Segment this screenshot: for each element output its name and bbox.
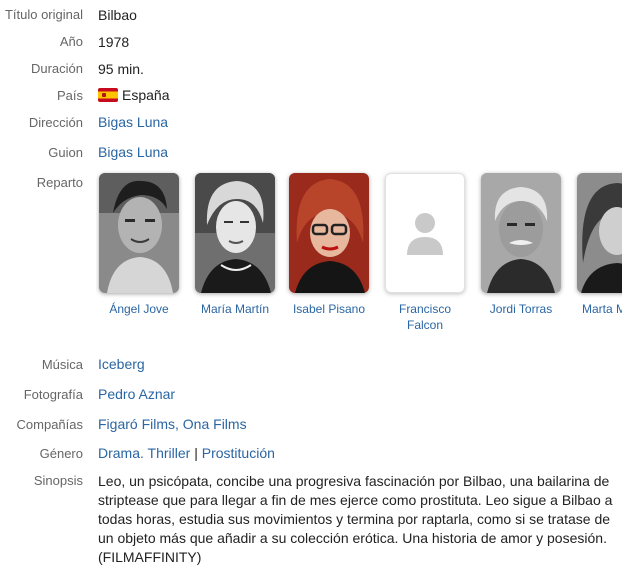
synopsis-text: Leo, un psicópata, concibe una progresiv… [98, 473, 613, 565]
spain-flag-icon [98, 88, 118, 102]
label-genre: Género [39, 446, 83, 461]
label-companies: Compañías [16, 417, 83, 432]
label-country: País [56, 88, 83, 103]
year-value: 1978 [98, 34, 130, 50]
cast-member-name[interactable]: Marta M [574, 301, 622, 317]
label-direction: Dirección [28, 115, 83, 130]
cast-member-name[interactable]: Jordi Torras [478, 301, 564, 317]
portrait-photo[interactable] [481, 173, 561, 293]
company-link[interactable]: Ona Films [183, 416, 247, 432]
original-title-value: Bilbao [98, 7, 137, 23]
cast-member-name[interactable]: Francisco Falcon [382, 301, 468, 333]
cast-member-name[interactable]: Ángel Jove [96, 301, 182, 317]
photography-link[interactable]: Pedro Aznar [98, 386, 175, 402]
screenwriter-link[interactable]: Bigas Luna [98, 144, 168, 160]
cast-member-name[interactable]: Isabel Pisano [286, 301, 372, 317]
cast-member[interactable]: Jordi Torras [478, 170, 564, 317]
cast-carousel: Ángel Jove María Martín Isabel Pisano Fr… [96, 170, 622, 340]
portrait-photo[interactable] [99, 173, 179, 293]
companies-separator: , [175, 416, 183, 432]
label-cast: Reparto [36, 175, 83, 190]
label-year: Año [59, 34, 83, 49]
user-placeholder-icon[interactable] [385, 173, 465, 293]
label-original-title: Título original [4, 7, 83, 22]
portrait-photo[interactable] [577, 173, 622, 293]
cast-member[interactable]: Isabel Pisano [286, 170, 372, 317]
genre-value: Drama. Thriller | Prostitución [98, 445, 275, 461]
genre-divider: | [194, 445, 198, 461]
topic-link[interactable]: Prostitución [202, 445, 275, 461]
portrait-photo[interactable] [289, 173, 369, 293]
company-link[interactable]: Figaró Films [98, 416, 175, 432]
genre-separator: . [140, 445, 148, 461]
country-name: España [122, 87, 170, 103]
genre-link[interactable]: Drama [98, 445, 140, 461]
label-duration: Duración [30, 61, 83, 76]
director-link[interactable]: Bigas Luna [98, 114, 168, 130]
duration-value: 95 min. [98, 61, 144, 77]
label-music: Música [41, 357, 83, 372]
label-photography: Fotografía [23, 387, 83, 402]
cast-member[interactable]: Marta M [574, 170, 622, 317]
cast-member[interactable]: Francisco Falcon [382, 170, 468, 333]
label-synopsis: Sinopsis [33, 473, 83, 488]
cast-member[interactable]: María Martín [192, 170, 278, 317]
music-link[interactable]: Iceberg [98, 356, 145, 372]
cast-member[interactable]: Ángel Jove [96, 170, 182, 317]
label-script: Guion [48, 145, 83, 160]
genre-link[interactable]: Thriller [148, 445, 191, 461]
country-value: España [98, 87, 169, 103]
portrait-photo[interactable] [195, 173, 275, 293]
cast-member-name[interactable]: María Martín [192, 301, 278, 317]
companies-value: Figaró Films, Ona Films [98, 416, 247, 432]
